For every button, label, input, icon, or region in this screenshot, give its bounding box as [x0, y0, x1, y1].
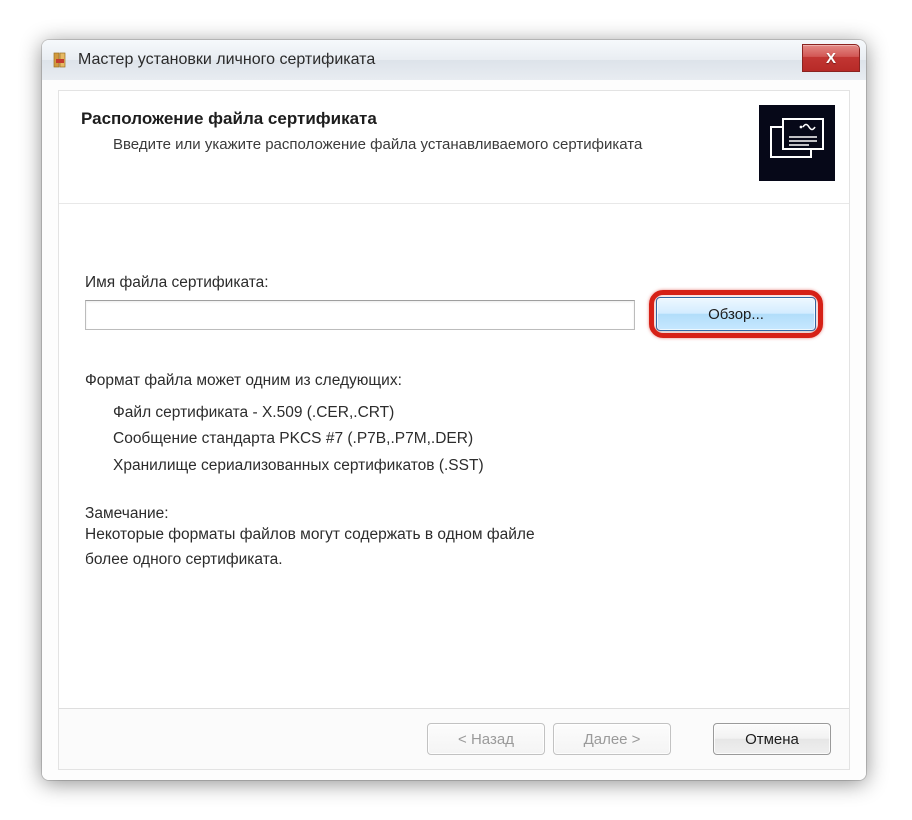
back-button-label: < Назад — [458, 731, 514, 748]
note-text-line-2: более одного сертификата. — [85, 548, 823, 573]
filename-input[interactable] — [85, 300, 635, 330]
close-icon: X — [826, 50, 836, 67]
cancel-button-label: Отмена — [745, 731, 799, 748]
browse-button-label: Обзор... — [708, 306, 764, 323]
note-text-line-1: Некоторые форматы файлов могут содержать… — [85, 523, 823, 548]
certificate-icon — [759, 105, 835, 181]
wizard-window: Мастер установки личного сертификата X Р… — [42, 40, 866, 780]
format-item: Сообщение стандарта PKCS #7 (.P7B,.P7M,.… — [113, 426, 823, 452]
format-item: Файл сертификата - X.509 (.CER,.CRT) — [113, 400, 823, 426]
browse-button[interactable]: Обзор... — [656, 297, 816, 331]
content-area: Расположение файла сертификата Введите и… — [42, 80, 866, 780]
browse-highlight-wrap: Обзор... — [649, 290, 823, 338]
filename-row: Обзор... — [85, 300, 823, 338]
page-subtitle: Введите или укажите расположение файла у… — [81, 135, 733, 155]
back-button[interactable]: < Назад — [427, 723, 545, 755]
close-button[interactable]: X — [802, 44, 860, 72]
wizard-footer: < Назад Далее > Отмена — [59, 708, 849, 769]
wizard-header: Расположение файла сертификата Введите и… — [59, 91, 849, 204]
titlebar: Мастер установки личного сертификата X — [42, 40, 866, 81]
content-panel: Расположение файла сертификата Введите и… — [58, 90, 850, 770]
window-title: Мастер установки личного сертификата — [78, 51, 375, 69]
format-title: Формат файла может одним из следующих: — [85, 372, 823, 390]
next-button[interactable]: Далее > — [553, 723, 671, 755]
app-icon — [52, 51, 70, 69]
cancel-button[interactable]: Отмена — [713, 723, 831, 755]
note-title: Замечание: — [85, 505, 823, 523]
wizard-body: Имя файла сертификата: Обзор... Формат ф… — [59, 204, 849, 583]
next-button-label: Далее > — [584, 731, 641, 748]
format-item: Хранилище сериализованных сертификатов (… — [113, 453, 823, 479]
format-list: Файл сертификата - X.509 (.CER,.CRT) Соо… — [85, 400, 823, 479]
page-title: Расположение файла сертификата — [81, 109, 831, 129]
